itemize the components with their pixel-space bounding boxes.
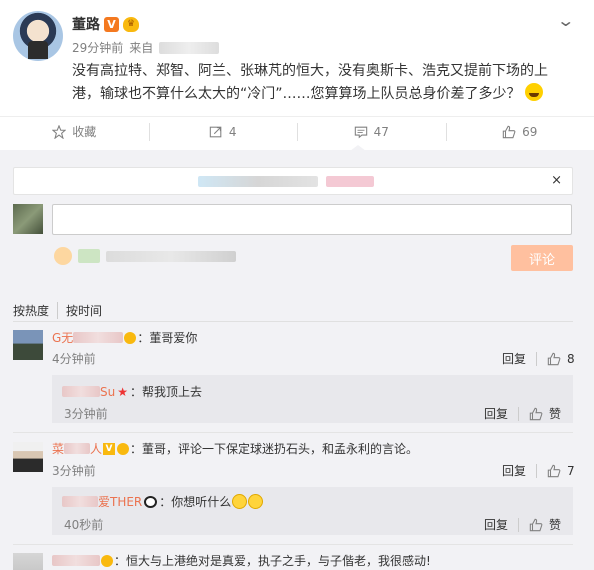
like-count: 69 [522,124,538,139]
comment-avatar[interactable] [13,553,43,570]
comment-text: ：董哥爱你 [137,331,198,345]
comment-line: ：恒大与上港绝对是真爱，执子之手，与子偕老，我很感动! [52,552,431,569]
reply-line: 爱THER ：你想听什么 [62,493,264,510]
notice-blurred-link[interactable] [326,176,374,187]
comment-input[interactable] [52,204,572,235]
weibo-post: 董路 V ♛ ⌄ 29分钟前 来自 没有高拉特、郑智、阿兰、张琳芃的恒大，没有奥… [0,0,594,150]
submit-comment-button[interactable]: 评论 [511,245,573,271]
comment-panel: × 评论 按热度 按时间 G无 ：董哥爱你 4分钟前 回复 8 Su ★ ：帮我… [0,150,594,570]
comment-text: ：恒大与上港绝对是真爱，执子之手，与子偕老，我很感动! [114,554,431,568]
star-icon: ★ [117,384,128,399]
reply-line: Su ★ ：帮我顶上去 [62,383,202,400]
comment-time: 4分钟前 [52,352,96,366]
comment-divider [13,432,573,433]
favorite-button[interactable]: 收藏 [0,117,149,146]
chevron-down-icon[interactable]: ⌄ [556,11,575,30]
my-avatar [13,204,43,234]
thumbs-up-icon[interactable] [547,352,561,366]
comment-button[interactable]: 47 [297,117,446,146]
notice-blurred-text [198,176,318,187]
member-crown-icon: ♛ [123,16,139,32]
commenter-name-blurred [73,332,124,343]
replier-name-blurred [62,386,100,397]
image-upload-icon[interactable] [78,249,100,263]
verified-v-icon: V [104,16,119,32]
comment-line: G无 ：董哥爱你 [52,329,197,346]
composer-tools [54,247,236,265]
smile-emoji-icon [248,494,264,509]
repost-button[interactable]: 4 [148,117,298,146]
member-badge-icon [124,331,137,344]
comment-avatar[interactable] [13,330,43,360]
notice-bar: × [13,167,573,195]
author-name[interactable]: 董路 [72,14,100,34]
post-text: 没有高拉特、郑智、阿兰、张琳芃的恒大，没有奥斯卡、浩克又提前下场的上港，输球也不… [72,60,572,106]
comment-divider [13,544,573,545]
reply-ops: 回复 赞 [484,516,561,533]
thumbs-up-icon [502,125,516,138]
repost-icon [209,126,222,137]
member-badge-icon [117,442,130,455]
reply-like-label[interactable]: 赞 [549,405,561,422]
sort-by-time-tab[interactable]: 按时间 [57,302,110,319]
replier-name[interactable]: Su [100,385,115,399]
reply-text: ：帮我顶上去 [130,385,203,399]
reply-time: 3分钟前 [64,407,108,421]
author-row: 董路 V ♛ [72,14,139,34]
repost-count: 4 [228,124,237,139]
commenter-name[interactable]: G无 [52,329,73,346]
comment-avatar[interactable] [13,442,43,472]
sort-tabs: 按热度 按时间 [13,302,110,319]
replier-name-blurred [62,496,98,507]
thumbs-up-icon[interactable] [529,407,543,421]
action-bar: 收藏 4 47 69 [0,116,594,146]
commenter-name-suffix[interactable]: 人 [90,440,102,457]
reply-link[interactable]: 回复 [484,405,508,422]
star-outline-icon [52,124,67,139]
sub-reply: 爱THER ：你想听什么 40秒前 回复 赞 [52,487,573,535]
verified-v-icon: V [103,442,116,455]
reply-like-label[interactable]: 赞 [549,516,561,533]
comment-ops: 回复 8 [502,350,575,367]
comment-text: ：董哥，评论一下保定球迷扔石头，和孟永利的言论。 [130,442,419,456]
close-icon[interactable]: × [551,173,562,188]
like-button[interactable]: 69 [445,117,594,146]
emoji-picker-icon[interactable] [54,247,72,265]
comment-time: 3分钟前 [52,464,96,478]
commenter-name-blurred [64,443,91,454]
commenter-name-blurred[interactable] [52,555,100,566]
sort-divider [13,321,573,322]
reply-link[interactable]: 回复 [502,462,526,479]
post-meta: 29分钟前 来自 [72,39,220,56]
reply-link[interactable]: 回复 [484,516,508,533]
panda-icon [144,495,158,508]
favorite-label: 收藏 [72,125,97,139]
smile-emoji-icon [232,494,248,509]
thumbs-up-icon[interactable] [529,518,543,532]
reply-link[interactable]: 回复 [502,350,526,367]
post-source-prefix: 来自 [129,41,154,55]
sub-reply: Su ★ ：帮我顶上去 3分钟前 回复 赞 [52,375,573,423]
comment-bubble-icon [354,126,367,138]
thumbs-up-icon[interactable] [547,464,561,478]
post-time[interactable]: 29分钟前 [72,39,123,56]
post-body: 没有高拉特、郑智、阿兰、张琳芃的恒大，没有奥斯卡、浩克又提前下场的上港，输球也不… [72,63,548,102]
comment-like-count: 8 [567,351,575,366]
commenter-name[interactable]: 菜 [52,440,64,457]
member-badge-icon [101,554,113,567]
comment-line: 菜 人 V ：董哥，评论一下保定球迷扔石头，和孟永利的言论。 [52,440,418,457]
reply-text: ：你想听什么 [159,495,232,509]
comment-ops: 回复 7 [502,462,575,479]
author-avatar[interactable] [13,11,63,61]
reply-time: 40秒前 [64,518,104,532]
reply-ops: 回复 赞 [484,405,561,422]
post-source-blurred [159,41,220,54]
sort-by-heat-tab[interactable]: 按热度 [13,302,57,319]
replier-name[interactable]: 爱THER [98,493,142,510]
laugh-emoji-icon [524,83,543,101]
comment-count: 47 [373,124,389,139]
comment-like-count: 7 [567,463,575,478]
composer-options-blurred[interactable] [106,250,236,262]
